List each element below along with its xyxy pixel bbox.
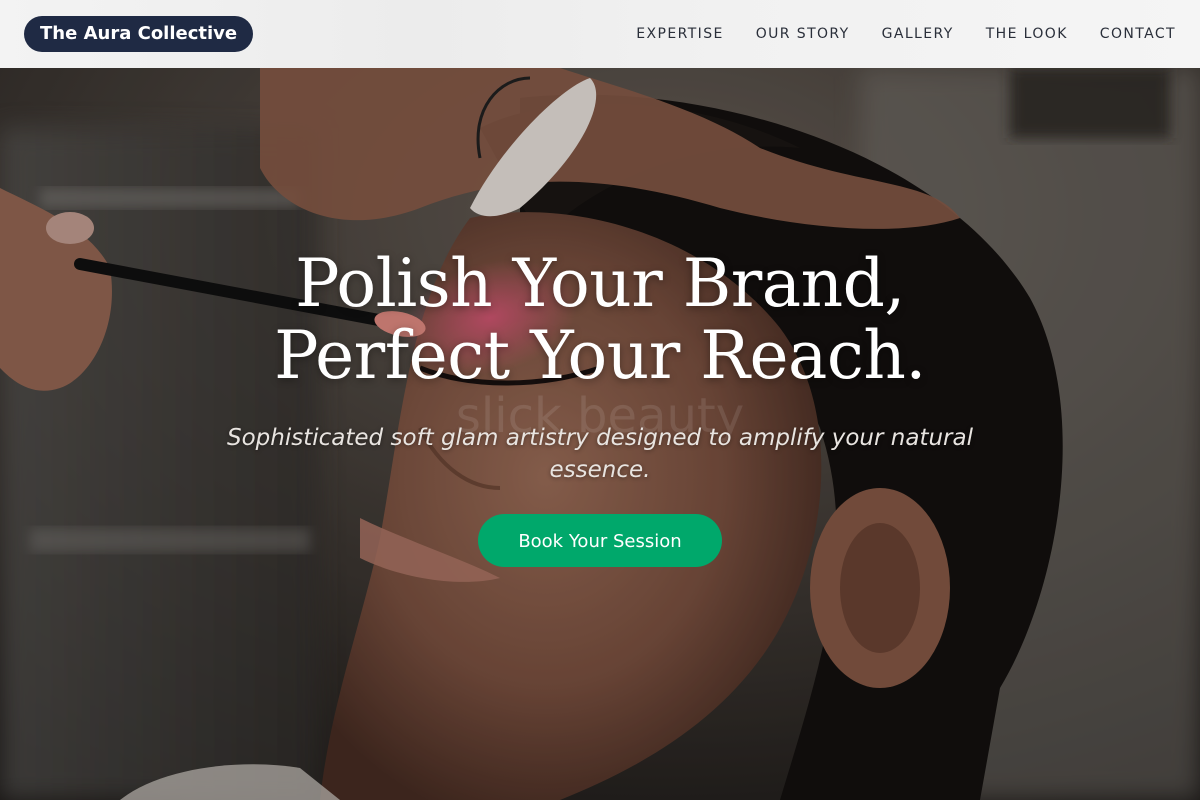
nav-link-the-look[interactable]: THE LOOK (986, 26, 1068, 42)
nav-link-expertise[interactable]: EXPERTISE (636, 26, 723, 42)
hero-subtitle: Sophisticated soft glam artistry designe… (227, 425, 973, 483)
site-header: The Aura Collective EXPERTISE OUR STORY … (0, 0, 1200, 68)
nav-link-gallery[interactable]: GALLERY (882, 26, 954, 42)
hero-title: Polish Your Brand, Perfect Your Reach. (274, 245, 926, 394)
main-nav: EXPERTISE OUR STORY GALLERY THE LOOK CON… (636, 0, 1176, 68)
hero-content: slick beauty Polish Your Brand, Perfect … (200, 248, 1000, 567)
brand-logo[interactable]: The Aura Collective (24, 16, 254, 52)
nav-link-our-story[interactable]: OUR STORY (756, 26, 850, 42)
book-session-button[interactable]: Book Your Session (478, 514, 722, 567)
nav-link-contact[interactable]: CONTACT (1100, 26, 1176, 42)
hero-section: slick beauty Polish Your Brand, Perfect … (0, 68, 1200, 800)
